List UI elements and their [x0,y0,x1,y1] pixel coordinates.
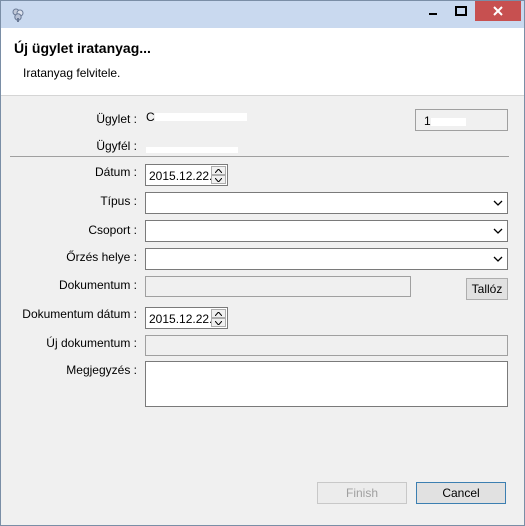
redacted-block [154,113,247,121]
ugyfel-value [146,142,238,156]
redacted-block [146,147,238,153]
chevron-down-icon [493,228,503,234]
datum-spinner[interactable] [211,166,226,184]
dokumentum-field [145,276,411,297]
spin-down-button[interactable] [211,318,226,327]
ugylet-label: Ügylet : [96,112,137,126]
orzes-helye-label: Őrzés helye : [66,250,137,264]
ugyfel-label: Ügyfél : [96,139,137,153]
datum-value[interactable]: 2015.12.22. [149,169,212,183]
megjegyzes-textarea[interactable] [145,361,508,407]
page-subtitle: Iratanyag felvitele. [23,66,121,80]
spin-up-button[interactable] [211,309,226,318]
dokumentum-datum-label: Dokumentum dátum : [22,307,137,321]
tipus-label: Típus : [100,194,137,208]
chevron-down-icon [215,320,222,325]
orzes-helye-select[interactable] [145,248,508,270]
finish-button[interactable]: Finish [317,482,407,504]
dokumentum-datum-picker[interactable]: 2015.12.22. [145,307,228,329]
ugylet-value: C [146,110,247,124]
page-title: Új ügylet iratanyag... [14,40,151,56]
uj-dokumentum-field [145,335,508,356]
megjegyzes-label: Megjegyzés : [66,363,137,377]
divider [10,156,509,157]
chevron-down-icon [215,177,222,182]
maximize-icon [454,6,467,16]
csoport-select[interactable] [145,220,508,242]
dokumentum-label: Dokumentum : [58,278,137,292]
chevron-down-icon [493,256,503,262]
cancel-button[interactable]: Cancel [416,482,506,504]
minimize-button[interactable] [419,1,446,21]
spin-down-button[interactable] [211,175,226,184]
tipus-select[interactable] [145,192,508,214]
browse-button[interactable]: Tallóz [466,278,508,300]
datum-label: Dátum : [94,165,137,179]
dokumentum-datum-value[interactable]: 2015.12.22. [149,312,212,326]
wizard-header: Új ügylet iratanyag... Iratanyag felvite… [1,28,524,96]
chevron-up-icon [215,311,222,316]
title-bar[interactable] [1,1,524,28]
chevron-down-icon [493,200,503,206]
close-icon [493,6,503,16]
datum-picker[interactable]: 2015.12.22. [145,164,228,186]
app-icon [12,8,24,22]
maximize-button[interactable] [447,1,474,21]
csoport-label: Csoport : [88,223,137,237]
uj-dokumentum-label: Új dokumentum : [46,336,137,350]
redacted-block [431,118,466,126]
chevron-up-icon [215,168,222,173]
dialog-window: Új ügylet iratanyag... Iratanyag felvite… [0,0,525,526]
spin-up-button[interactable] [211,166,226,175]
dokumentum-datum-spinner[interactable] [211,309,226,327]
close-button[interactable] [475,1,521,21]
ugylet-id-field: 1 [415,109,508,131]
minimize-icon [428,13,437,15]
